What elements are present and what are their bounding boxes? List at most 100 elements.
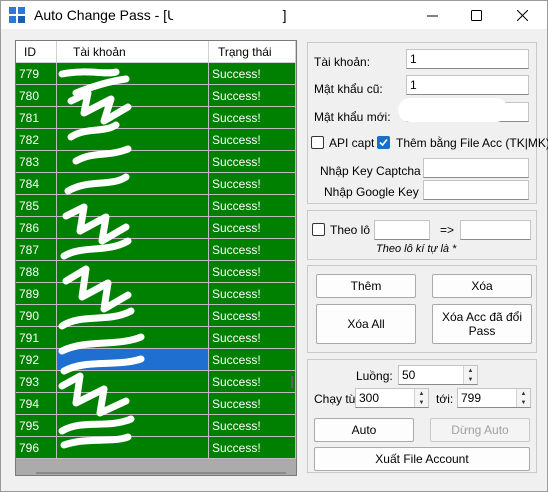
row-account[interactable] [57,261,209,283]
row-account[interactable] [57,305,209,327]
row-account[interactable] [57,195,209,217]
row-id[interactable]: 792 [16,349,57,371]
row-id[interactable]: 788 [16,261,57,283]
row-status[interactable]: Success! [209,217,296,239]
row-account[interactable] [57,217,209,239]
row-account[interactable] [57,129,209,151]
row-account[interactable] [57,283,209,305]
row-account[interactable] [57,371,209,393]
row-status[interactable]: Success! [209,327,296,349]
row-status[interactable]: Success! [209,195,296,217]
table-row[interactable]: 789 Success! [16,283,296,305]
row-account[interactable] [57,349,209,371]
row-id[interactable]: 779 [16,63,57,85]
row-account[interactable] [57,107,209,129]
table-row[interactable]: 781 Success! [16,107,296,129]
row-status[interactable]: Success! [209,85,296,107]
table-row[interactable]: 793 Success! [16,371,296,393]
row-account[interactable] [57,239,209,261]
run-to-spin-buttons[interactable]: ▲ ▼ [516,389,530,407]
add-button[interactable]: Thêm [316,274,416,298]
row-status[interactable]: Success! [209,63,296,85]
google-key-input[interactable] [423,180,529,200]
vertical-scrollbar[interactable] [288,63,296,475]
column-header-id[interactable]: ID [16,41,57,63]
row-account[interactable] [57,173,209,195]
table-row[interactable]: 791 Success! [16,327,296,349]
row-id[interactable]: 791 [16,327,57,349]
table-row[interactable]: 785 Success! [16,195,296,217]
table-row[interactable]: 779 Success! [16,63,296,85]
captcha-key-input[interactable] [423,158,529,178]
account-input[interactable] [406,49,529,69]
row-status[interactable]: Success! [209,151,296,173]
table-row[interactable]: 788 Success! [16,261,296,283]
api-captcha-checkbox[interactable] [311,136,324,149]
table-row[interactable]: 783 Success! [16,151,296,173]
add-by-file-checkbox[interactable] [377,136,390,149]
row-id[interactable]: 783 [16,151,57,173]
row-id[interactable]: 780 [16,85,57,107]
spin-down-icon[interactable]: ▼ [517,398,530,407]
row-account[interactable] [57,327,209,349]
table-row[interactable]: 780 Success! [16,85,296,107]
table-row[interactable]: 796 Success! [16,437,296,459]
row-id[interactable]: 782 [16,129,57,151]
minimize-button[interactable] [410,1,454,29]
row-status[interactable]: Success! [209,107,296,129]
close-button[interactable] [500,1,544,29]
table-row[interactable]: 786 Success! [16,217,296,239]
row-status[interactable]: Success! [209,283,296,305]
row-status[interactable]: Success! [209,261,296,283]
run-from-spin-buttons[interactable]: ▲ ▼ [414,389,428,407]
batch-from-input[interactable] [374,220,430,240]
maximize-button[interactable] [454,1,498,29]
row-account[interactable] [57,151,209,173]
stop-auto-button[interactable]: Dừng Auto [430,418,530,442]
row-status[interactable]: Success! [209,349,296,371]
auto-button[interactable]: Auto [314,418,414,442]
threads-spin-buttons[interactable]: ▲ ▼ [463,366,477,384]
delete-changed-button[interactable]: Xóa Acc đã đổi Pass [432,304,532,344]
export-account-button[interactable]: Xuất File Account [314,447,530,471]
column-header-account[interactable]: Tài khoản [57,41,209,63]
row-id[interactable]: 796 [16,437,57,459]
scrollbar-thumb[interactable] [291,376,293,388]
row-account[interactable] [57,415,209,437]
row-status[interactable]: Success! [209,305,296,327]
account-grid[interactable]: ID Tài khoản Trạng thái 779 Success! 780 Su… [15,40,297,476]
row-account[interactable] [57,85,209,107]
old-password-input[interactable] [406,75,529,95]
run-to-stepper[interactable]: 799 ▲ ▼ [457,388,531,408]
table-row[interactable]: 782 Success! [16,129,296,151]
table-row[interactable]: 795 Success! [16,415,296,437]
row-status[interactable]: Success! [209,173,296,195]
row-id[interactable]: 795 [16,415,57,437]
row-id[interactable]: 786 [16,217,57,239]
row-account[interactable] [57,393,209,415]
row-id[interactable]: 787 [16,239,57,261]
row-account[interactable] [57,437,209,459]
table-row[interactable]: 784 Success! [16,173,296,195]
row-account[interactable] [57,63,209,85]
horizontal-scrollbar[interactable] [36,472,286,474]
run-from-stepper[interactable]: 300 ▲ ▼ [355,388,429,408]
delete-button[interactable]: Xóa [432,274,532,298]
row-id[interactable]: 789 [16,283,57,305]
table-row[interactable]: 790 Success! [16,305,296,327]
row-id[interactable]: 781 [16,107,57,129]
row-id[interactable]: 793 [16,371,57,393]
table-row[interactable]: 794 Success! [16,393,296,415]
column-header-status[interactable]: Trạng thái [209,41,296,63]
title-bar[interactable]: Auto Change Pass - [User] [1,1,547,29]
row-status[interactable]: Success! [209,393,296,415]
batch-to-input[interactable] [460,220,531,240]
spin-down-icon[interactable]: ▼ [464,375,477,384]
row-id[interactable]: 794 [16,393,57,415]
row-id[interactable]: 785 [16,195,57,217]
delete-all-button[interactable]: Xóa All [316,304,416,344]
table-row[interactable]: 792 Success! [16,349,296,371]
row-status[interactable]: Success! [209,437,296,459]
row-status[interactable]: Success! [209,129,296,151]
batch-checkbox[interactable] [312,223,325,236]
